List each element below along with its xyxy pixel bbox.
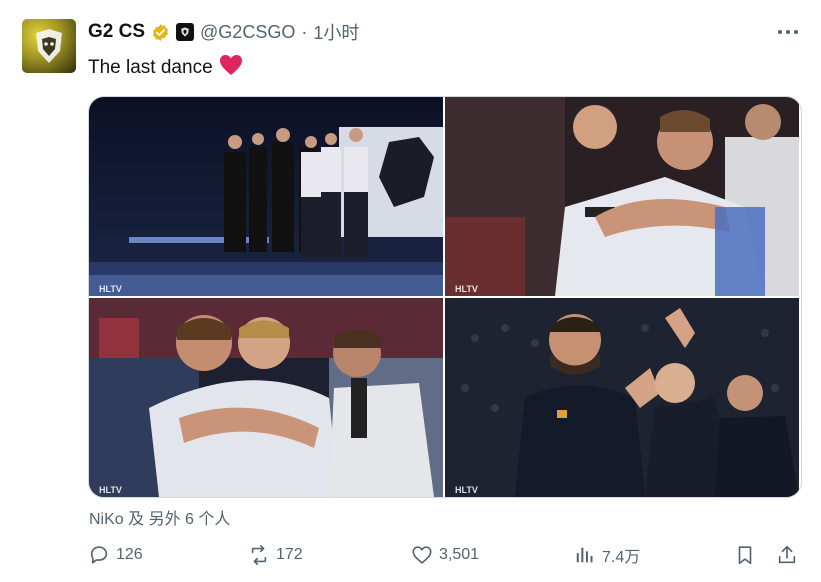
photo-watermark: HLTV bbox=[455, 284, 478, 294]
liked-by-text[interactable]: NiKo 及 另外 6 个人 bbox=[89, 505, 230, 529]
like-count: 3,501 bbox=[439, 546, 480, 563]
avatar[interactable] bbox=[22, 19, 76, 73]
photo-watermark: HLTV bbox=[99, 485, 122, 495]
timestamp[interactable]: 1小时 bbox=[313, 19, 359, 45]
repost-count: 172 bbox=[276, 546, 303, 563]
reply-icon bbox=[90, 546, 108, 564]
media-grid: HLTV HLTV HLTV HLTV bbox=[88, 96, 802, 498]
bookmark-button[interactable] bbox=[734, 540, 756, 570]
author-handle[interactable]: @G2CSGO bbox=[200, 22, 295, 43]
separator-dot: · bbox=[301, 21, 308, 42]
action-bar: 126 172 3,501 7.4万 bbox=[88, 540, 800, 570]
photo-watermark: HLTV bbox=[455, 485, 478, 495]
share-icon bbox=[778, 545, 796, 564]
players-hug-photo[interactable]: HLTV bbox=[445, 97, 799, 296]
views-button[interactable]: 7.4万 bbox=[574, 540, 640, 570]
coach-applause-photo[interactable]: HLTV bbox=[445, 298, 799, 497]
bookmark-icon bbox=[738, 546, 752, 565]
tweet-text: The last dance bbox=[88, 54, 243, 82]
reply-count: 126 bbox=[116, 546, 143, 563]
heart-icon bbox=[412, 546, 432, 564]
team-walkout-photo[interactable]: HLTV bbox=[89, 97, 443, 296]
photo-watermark: HLTV bbox=[99, 284, 122, 294]
reply-button[interactable]: 126 bbox=[88, 540, 143, 570]
affiliate-badge-icon[interactable] bbox=[176, 23, 195, 41]
author-name[interactable]: G2 CS bbox=[88, 21, 145, 43]
repost-icon bbox=[251, 545, 267, 565]
verified-badge-icon[interactable] bbox=[151, 23, 170, 42]
repost-button[interactable]: 172 bbox=[248, 540, 303, 570]
tweet-header: G2 CS @G2CSGO · 1小时 bbox=[88, 20, 359, 44]
tweet-text-content: The last dance bbox=[88, 57, 213, 78]
red-heart-icon bbox=[219, 54, 243, 82]
more-options-icon[interactable] bbox=[777, 22, 799, 42]
like-button[interactable]: 3,501 bbox=[411, 540, 479, 570]
players-embrace-photo[interactable]: HLTV bbox=[89, 298, 443, 497]
analytics-icon bbox=[576, 547, 593, 563]
share-button[interactable] bbox=[776, 540, 798, 570]
view-count: 7.4万 bbox=[602, 549, 641, 566]
g2-logo-icon bbox=[36, 29, 62, 63]
